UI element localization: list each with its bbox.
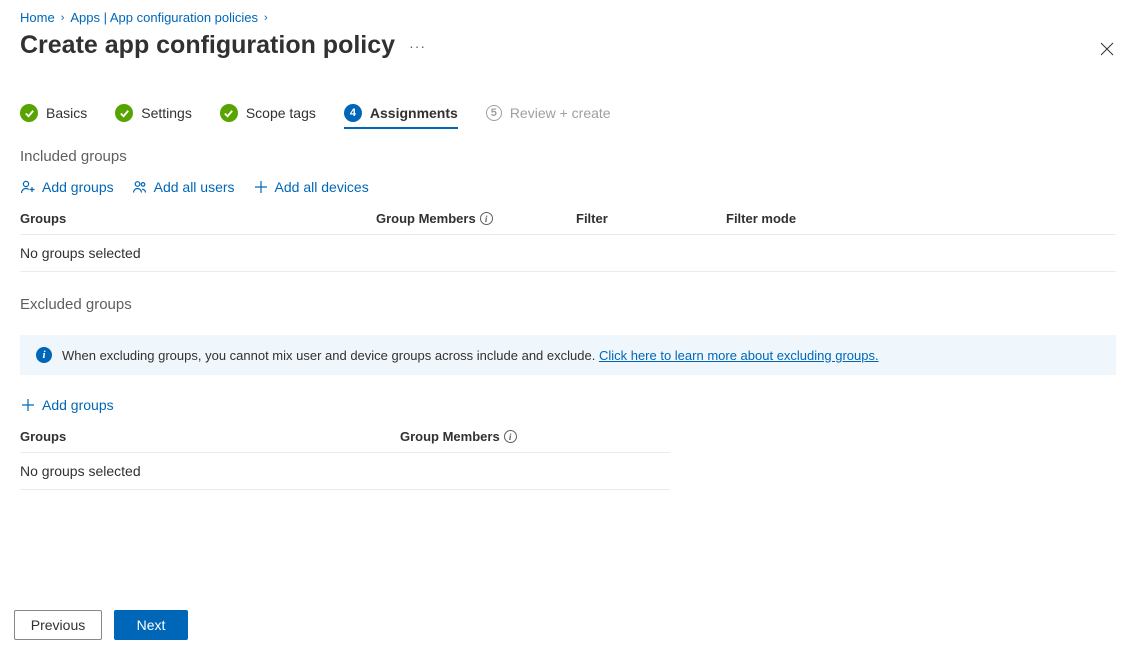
included-table-header: Groups Group Members i Filter Filter mod…	[20, 211, 1116, 235]
next-button[interactable]: Next	[114, 610, 188, 640]
chevron-right-icon: ›	[61, 12, 65, 24]
add-groups-label: Add groups	[42, 179, 114, 195]
column-header-filter-mode: Filter mode	[726, 211, 1116, 226]
checkmark-icon	[20, 104, 38, 122]
excluded-empty-row: No groups selected	[20, 453, 670, 490]
wizard-step-label: Settings	[141, 105, 192, 121]
column-header-groups: Groups	[20, 429, 400, 444]
column-header-members: Group Members i	[400, 429, 600, 444]
wizard-steps: Basics Settings Scope tags 4 Assignments…	[20, 104, 1116, 128]
breadcrumb-link-home[interactable]: Home	[20, 10, 55, 25]
wizard-step-label: Basics	[46, 105, 87, 121]
more-menu-button[interactable]: ···	[409, 38, 426, 54]
plus-icon	[253, 179, 269, 195]
included-action-bar: Add groups Add all users Add all devices	[20, 179, 1116, 195]
column-header-groups: Groups	[20, 211, 376, 226]
chevron-right-icon: ›	[264, 12, 268, 24]
wizard-step-label: Review + create	[510, 105, 611, 121]
add-all-users-label: Add all users	[154, 179, 235, 195]
excluded-info-banner: i When excluding groups, you cannot mix …	[20, 335, 1116, 375]
step-number-icon: 5	[486, 105, 502, 121]
breadcrumb: Home › Apps | App configuration policies…	[20, 8, 1116, 29]
wizard-step-assignments[interactable]: 4 Assignments	[344, 104, 458, 122]
column-header-members-label: Group Members	[400, 429, 500, 444]
add-groups-button-excluded[interactable]: Add groups	[20, 397, 114, 413]
excluded-table-header: Groups Group Members i	[20, 429, 670, 453]
wizard-step-scope-tags[interactable]: Scope tags	[220, 104, 316, 122]
add-groups-button[interactable]: Add groups	[20, 179, 114, 195]
excluded-info-link[interactable]: Click here to learn more about excluding…	[599, 348, 879, 363]
wizard-step-settings[interactable]: Settings	[115, 104, 192, 122]
wizard-step-label: Scope tags	[246, 105, 316, 121]
excluded-action-bar: Add groups	[20, 397, 1116, 413]
excluded-groups-heading: Excluded groups	[20, 296, 1116, 313]
wizard-step-label: Assignments	[370, 105, 458, 121]
info-icon[interactable]: i	[480, 212, 493, 225]
included-empty-row: No groups selected	[20, 235, 1116, 272]
checkmark-icon	[115, 104, 133, 122]
column-header-members-label: Group Members	[376, 211, 476, 226]
add-all-users-button[interactable]: Add all users	[132, 179, 235, 195]
excluded-info-text-content: When excluding groups, you cannot mix us…	[62, 348, 599, 363]
add-groups-label-excluded: Add groups	[42, 397, 114, 413]
column-header-members: Group Members i	[376, 211, 576, 226]
add-all-devices-label: Add all devices	[275, 179, 369, 195]
info-icon: i	[36, 347, 52, 363]
wizard-footer: Previous Next	[14, 610, 188, 640]
close-button[interactable]	[1100, 42, 1114, 59]
info-icon[interactable]: i	[504, 430, 517, 443]
column-header-filter: Filter	[576, 211, 726, 226]
people-icon	[132, 179, 148, 195]
checkmark-icon	[220, 104, 238, 122]
step-number-icon: 4	[344, 104, 362, 122]
page-title: Create app configuration policy	[20, 31, 395, 60]
included-groups-heading: Included groups	[20, 148, 1116, 165]
plus-icon	[20, 397, 36, 413]
previous-button[interactable]: Previous	[14, 610, 102, 640]
close-icon	[1100, 42, 1114, 56]
breadcrumb-link-apps[interactable]: Apps | App configuration policies	[70, 10, 258, 25]
person-add-icon	[20, 179, 36, 195]
wizard-step-review-create: 5 Review + create	[486, 105, 611, 121]
add-all-devices-button[interactable]: Add all devices	[253, 179, 369, 195]
wizard-step-basics[interactable]: Basics	[20, 104, 87, 122]
excluded-info-text: When excluding groups, you cannot mix us…	[62, 348, 879, 363]
